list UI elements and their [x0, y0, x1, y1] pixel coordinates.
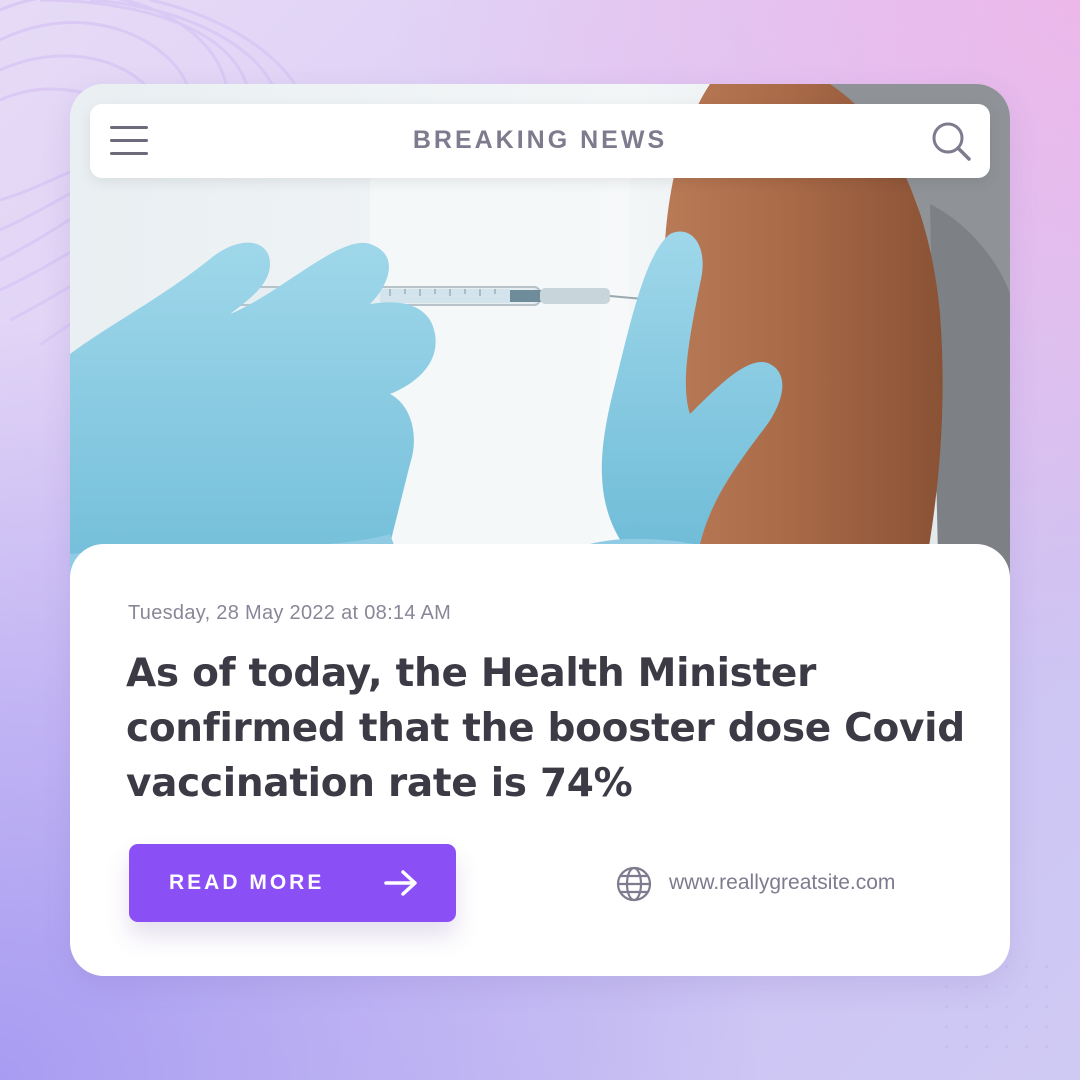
website-link[interactable]: www.reallygreatsite.com — [669, 871, 895, 895]
article-panel: Tuesday, 28 May 2022 at 08:14 AM As of t… — [70, 544, 1010, 976]
article-timestamp: Tuesday, 28 May 2022 at 08:14 AM — [128, 602, 452, 624]
read-more-button[interactable]: READ MORE — [129, 844, 456, 922]
news-card: BREAKING NEWS Tuesday, 28 May 2022 at 08… — [70, 84, 1010, 976]
search-icon[interactable] — [930, 120, 972, 162]
article-headline: As of today, the Health Minister confirm… — [126, 651, 965, 806]
page-title: BREAKING NEWS — [412, 126, 668, 154]
globe-icon — [616, 866, 652, 902]
arrow-right-icon — [384, 870, 417, 896]
read-more-label: READ MORE — [169, 871, 325, 894]
top-navigation-bar: BREAKING NEWS — [90, 104, 990, 178]
